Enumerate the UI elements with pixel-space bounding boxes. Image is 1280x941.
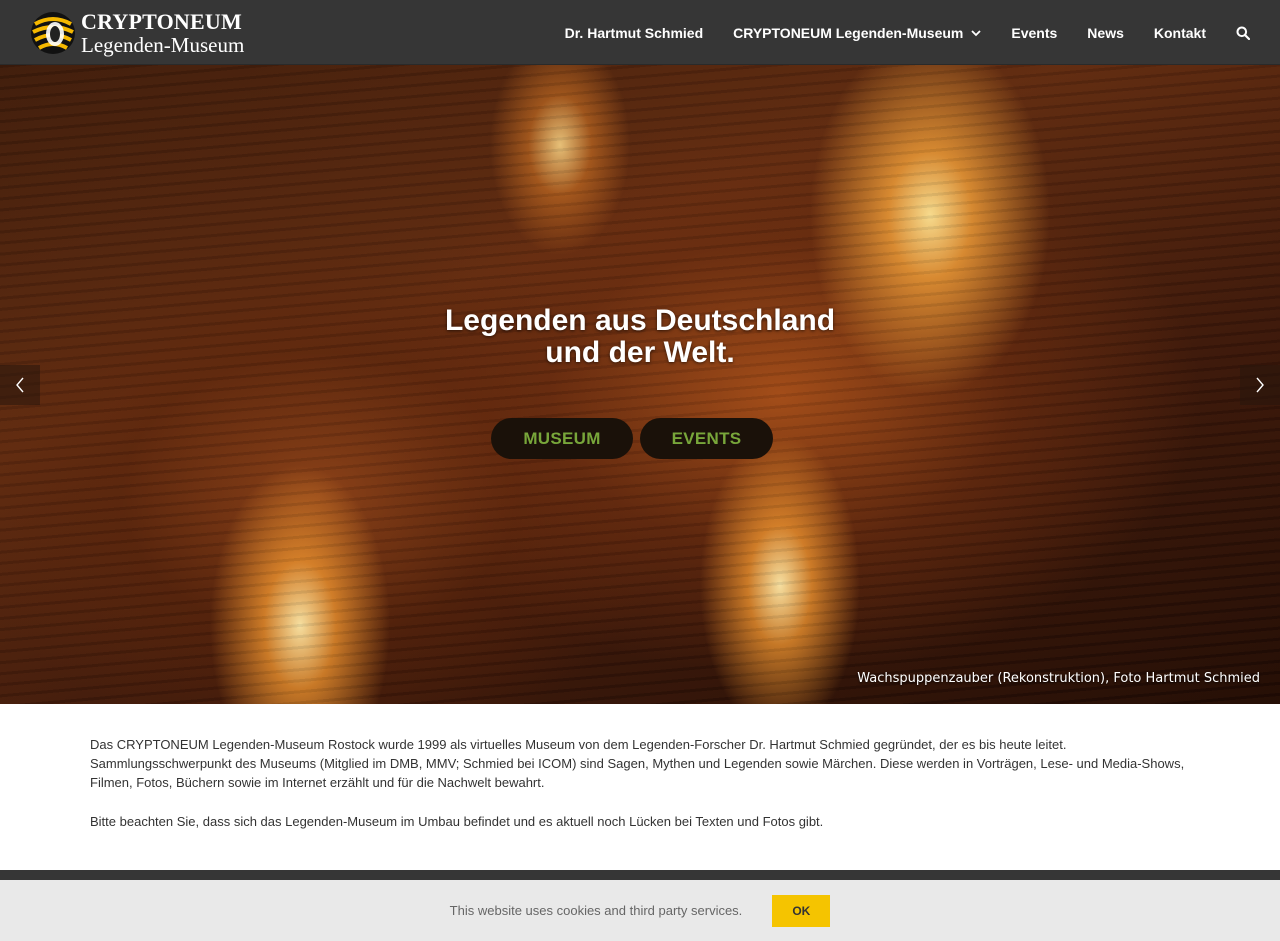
cookie-message: This website uses cookies and third part…: [449, 903, 743, 918]
nav-item-kontakt[interactable]: Kontakt: [1154, 25, 1206, 41]
logo-subtitle: Legenden-Museum: [81, 32, 245, 57]
chevron-down-icon: [971, 29, 982, 36]
cookie-bar: This website uses cookies and third part…: [0, 880, 1280, 941]
nav-item-news[interactable]: News: [1087, 25, 1124, 41]
intro-paragraph: Das CRYPTONEUM Legenden-Museum Rostock w…: [90, 737, 1185, 790]
museum-button[interactable]: MUSEUM: [491, 418, 633, 459]
slider-next-button[interactable]: [1240, 365, 1280, 405]
hero-caption: Wachspuppenzauber (Rekonstruktion), Foto…: [857, 671, 1260, 686]
hero-button-group: MUSEUM EVENTS: [491, 418, 773, 459]
main-nav: Dr. Hartmut Schmied CRYPTONEUM Legenden-…: [535, 0, 1250, 65]
search-icon[interactable]: [1236, 26, 1250, 40]
site-header: CRYPTONEUM Legenden-Museum Dr. Hartmut S…: [0, 0, 1280, 65]
nav-item-dr-hartmut-schmied[interactable]: Dr. Hartmut Schmied: [565, 25, 703, 41]
hero-slider: Legenden aus Deutschland und der Welt. M…: [0, 65, 1280, 704]
notice-paragraph: Bitte beachten Sie, dass sich das Legend…: [90, 814, 824, 829]
intro-content: Das CRYPTONEUM Legenden-Museum Rostock w…: [90, 735, 1200, 851]
site-logo[interactable]: CRYPTONEUM Legenden-Museum: [29, 9, 259, 57]
hero-title: Legenden aus Deutschland und der Welt.: [340, 305, 940, 369]
nav-item-events[interactable]: Events: [1011, 25, 1057, 41]
flame-stripes-logo-icon: [31, 12, 75, 54]
logo-title: CRYPTONEUM: [81, 8, 242, 34]
hero-title-line1: Legenden aus Deutschland: [444, 304, 836, 337]
footer-band: [0, 870, 1280, 880]
hero-title-line2: und der Welt.: [545, 336, 735, 369]
nav-item-legenden-museum[interactable]: CRYPTONEUM Legenden-Museum: [733, 24, 982, 41]
hero-background-image: [0, 65, 1280, 704]
chevron-left-icon: [16, 377, 24, 393]
cookie-ok-button[interactable]: OK: [772, 894, 831, 927]
chevron-right-icon: [1256, 377, 1264, 393]
slider-prev-button[interactable]: [0, 365, 40, 405]
events-button[interactable]: EVENTS: [640, 418, 773, 459]
nav-item-label: CRYPTONEUM Legenden-Museum: [733, 24, 964, 41]
